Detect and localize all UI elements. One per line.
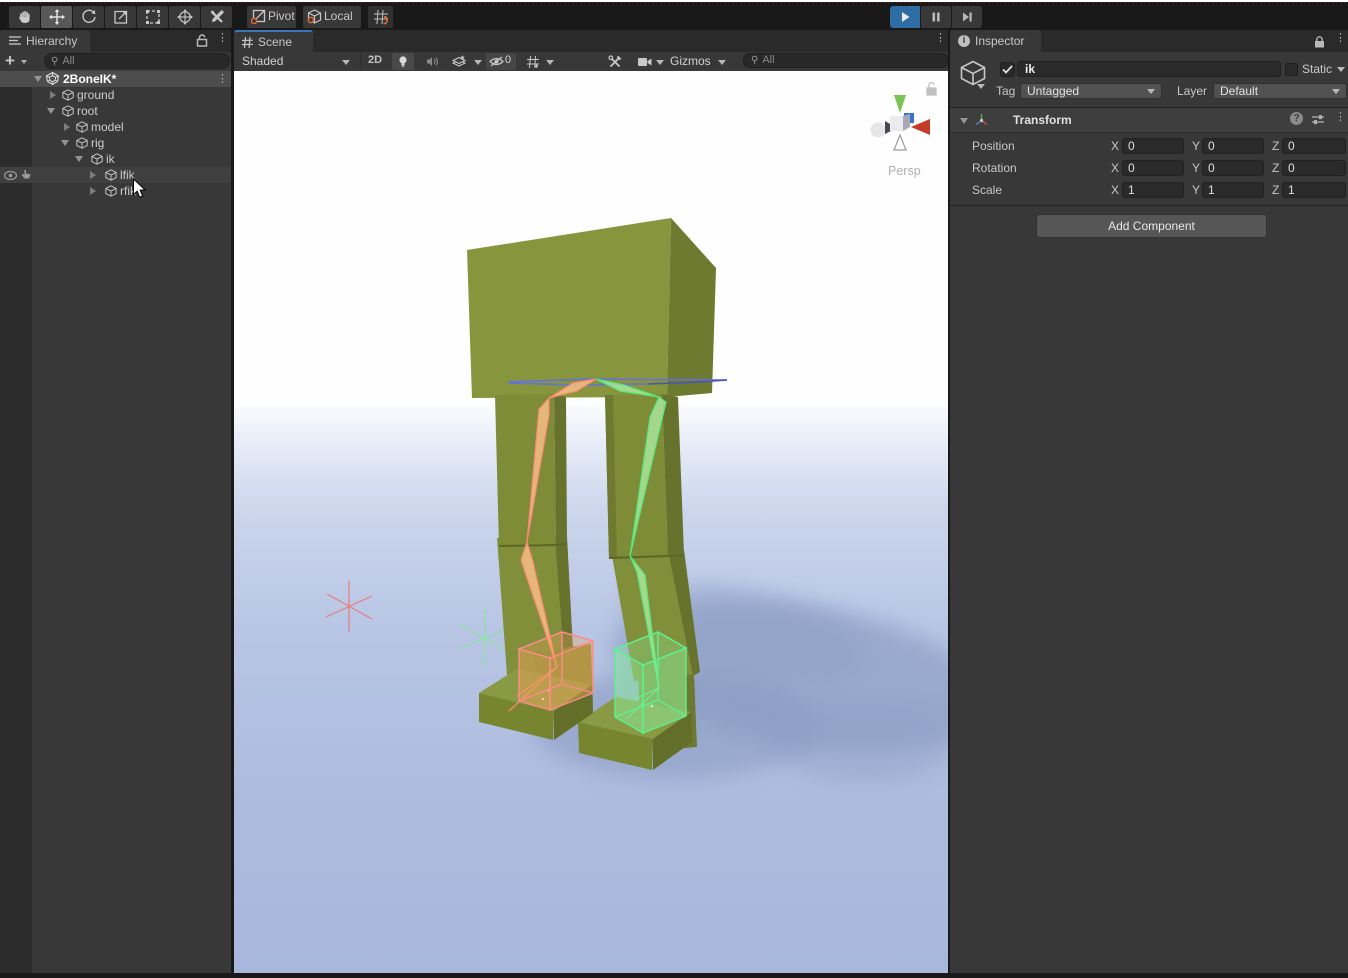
svg-text:Persp: Persp: [888, 164, 921, 178]
